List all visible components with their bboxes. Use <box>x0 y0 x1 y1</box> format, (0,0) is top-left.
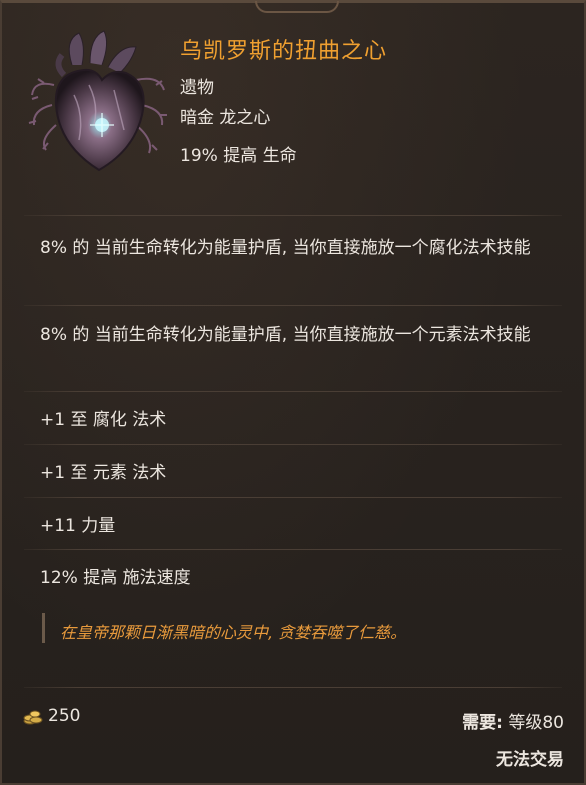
affix-line: +1 至 元素 法术 <box>40 463 167 483</box>
affix-line: 8% 的 当前生命转化为能量护盾, 当你直接施放一个元素法术技能 <box>40 325 531 345</box>
item-tooltip: 乌凯罗斯的扭曲之心 遗物 暗金 龙之心 19% 提高 生命 8% 的 当前生命转… <box>0 0 586 785</box>
divider <box>24 549 562 550</box>
lore-bar <box>42 613 45 643</box>
divider <box>24 215 562 216</box>
item-subtype: 暗金 龙之心 <box>180 108 271 128</box>
divider <box>24 687 562 688</box>
implicit-stat: 19% 提高 生命 <box>180 146 297 166</box>
lore-text: 在皇帝那颗日渐黑暗的心灵中, 贪婪吞噬了仁慈。 <box>60 623 407 642</box>
divider <box>24 444 562 445</box>
requirement-label: 需要: <box>462 713 503 733</box>
requirement: 需要: 等级80 <box>462 708 564 733</box>
gold-value: 250 <box>48 706 81 726</box>
item-name: 乌凯罗斯的扭曲之心 <box>180 39 388 64</box>
affix-line: 12% 提高 施法速度 <box>40 568 191 588</box>
item-type: 遗物 <box>180 78 214 98</box>
affix-line: 8% 的 当前生命转化为能量护盾, 当你直接施放一个腐化法术技能 <box>40 238 531 258</box>
divider <box>24 391 562 392</box>
gold-coins-icon <box>22 706 44 726</box>
requirement-level: 等级80 <box>508 713 564 733</box>
twisted-heart-icon <box>24 25 174 175</box>
affix-line: +1 至 腐化 法术 <box>40 410 167 430</box>
divider <box>24 305 562 306</box>
trade-status: 无法交易 <box>496 750 564 770</box>
affix-line: +11 力量 <box>40 516 116 536</box>
top-ornament <box>255 1 339 13</box>
divider <box>24 497 562 498</box>
